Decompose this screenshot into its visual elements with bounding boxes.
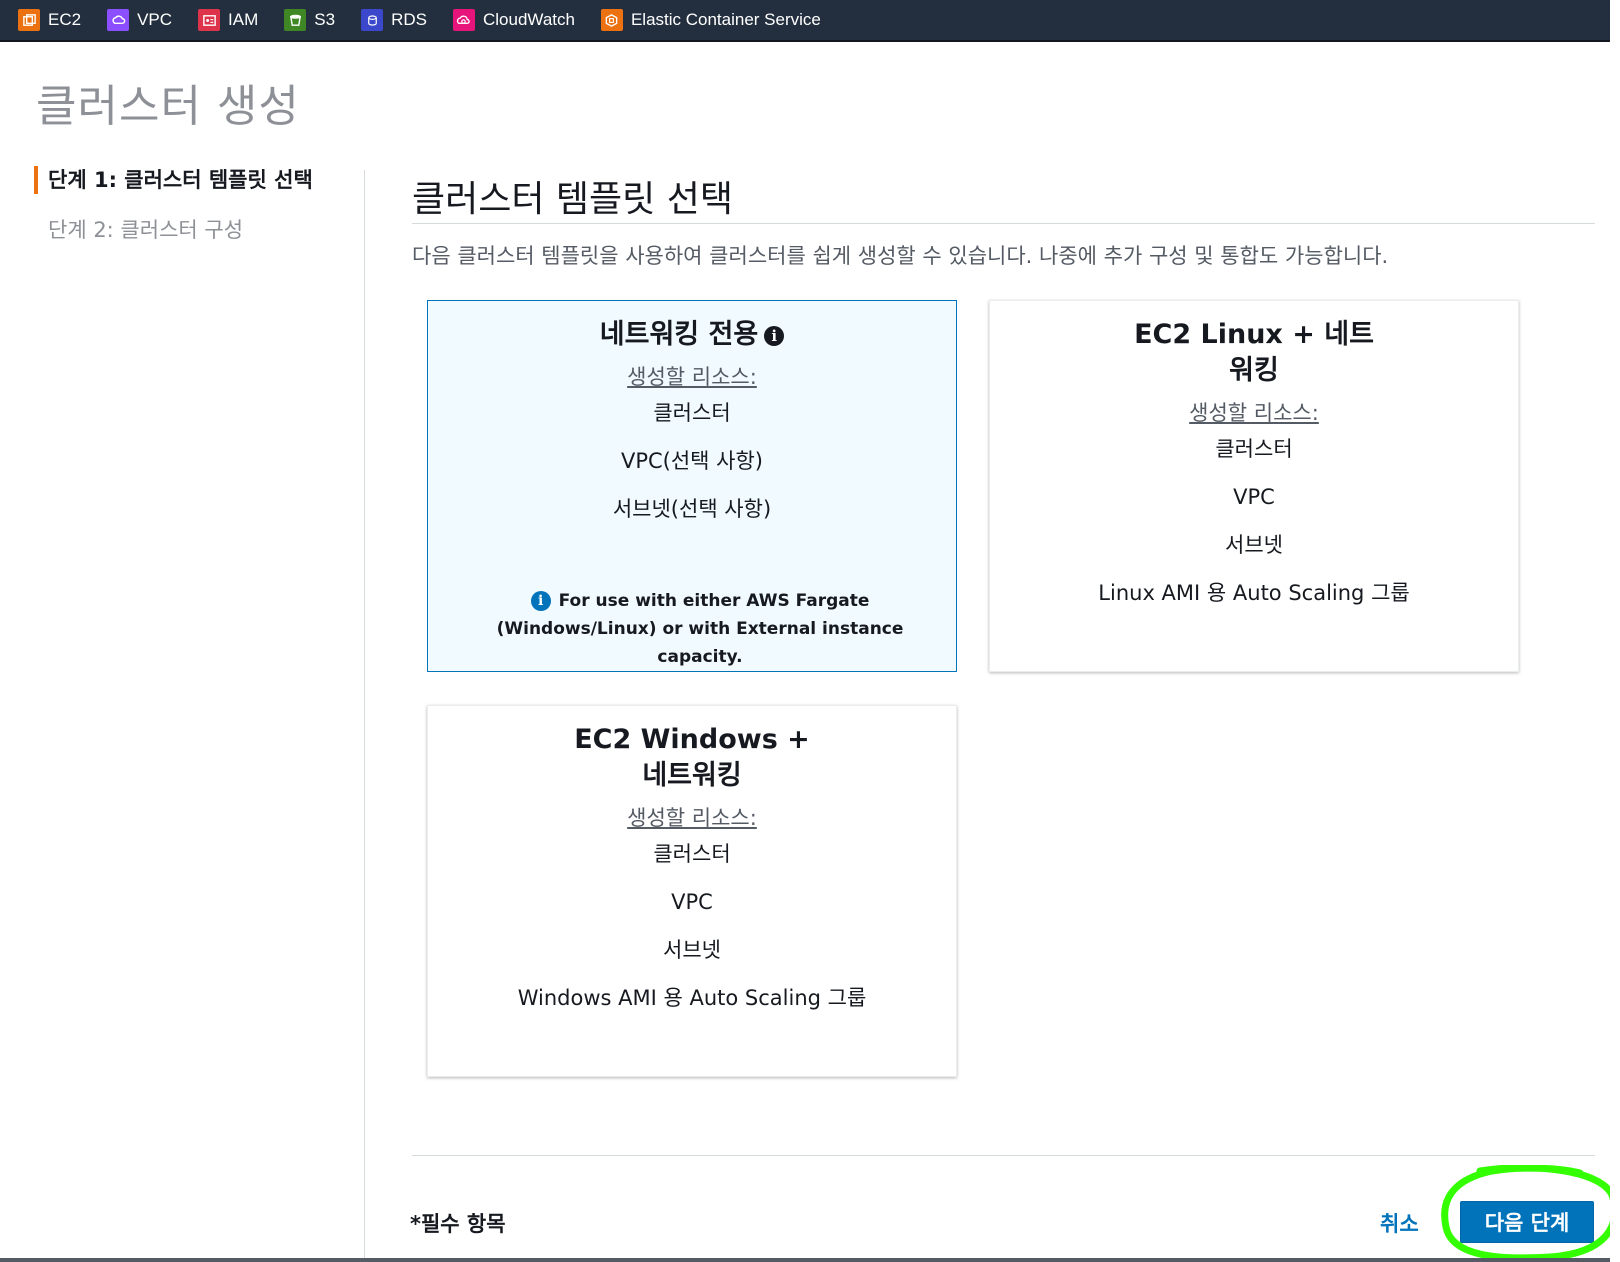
card-title: EC2 Windows + 네트워킹 — [428, 722, 956, 794]
favorite-cloudwatch-label: CloudWatch — [482, 10, 575, 29]
favorite-ecs-label: Elastic Container Service — [630, 10, 821, 29]
info-icon[interactable]: i — [764, 325, 785, 346]
section-divider — [412, 223, 1595, 224]
list-item: 서브넷 — [663, 938, 721, 962]
list-item: VPC(선택 사항) — [620, 449, 764, 473]
card-title-text: EC2 Windows + 네트워킹 — [574, 724, 810, 791]
ecs-icon — [600, 9, 623, 31]
favorite-s3-label: S3 — [314, 10, 336, 29]
step-1-select-template[interactable]: 단계 1: 클러스터 템플릿 선택 — [34, 166, 354, 194]
card-title: EC2 Linux + 네트워킹 — [990, 317, 1518, 389]
favorite-rds-label: RDS — [391, 10, 427, 29]
iam-icon — [198, 9, 221, 31]
resources-list: 클러스터 VPC(선택 사항) 서브넷(선택 사항) — [428, 399, 956, 523]
favorite-iam-label: IAM — [228, 10, 259, 29]
resources-list: 클러스터 VPC 서브넷 Linux AMI 용 Auto Scaling 그룹 — [990, 435, 1518, 607]
list-item: VPC — [671, 890, 713, 914]
info-circle-icon: i — [530, 591, 551, 611]
footer-divider — [412, 1155, 1595, 1156]
section-description: 다음 클러스터 템플릿을 사용하여 클러스터를 쉽게 생성할 수 있습니다. 나… — [412, 244, 1389, 268]
favorite-rds[interactable]: RDS — [361, 9, 427, 31]
list-item: Linux AMI 용 Auto Scaling 그룹 — [1098, 581, 1410, 605]
resources-heading: 생성할 리소스: — [627, 806, 757, 830]
page-title: 클러스터 생성 — [36, 81, 300, 132]
window-edge — [1610, 0, 1620, 1262]
list-item: Windows AMI 용 Auto Scaling 그룹 — [517, 986, 867, 1010]
list-item: 클러스터 — [653, 401, 731, 425]
cloudwatch-icon — [452, 9, 475, 31]
favorite-s3[interactable]: S3 — [284, 9, 335, 31]
section-title: 클러스터 템플릿 선택 — [412, 179, 733, 220]
next-step-button[interactable]: 다음 단계 — [1460, 1201, 1594, 1243]
wizard-steps: 단계 1: 클러스터 템플릿 선택 단계 2: 클러스터 구성 — [34, 166, 354, 266]
s3-icon — [284, 9, 307, 31]
favorite-ec2-label: EC2 — [48, 10, 82, 29]
ec2-icon — [18, 9, 40, 31]
resources-heading: 생성할 리소스: — [627, 365, 757, 389]
favorite-vpc-label: VPC — [137, 10, 173, 29]
window-bottom-edge — [0, 1258, 1610, 1262]
favorite-ec2[interactable]: EC2 — [18, 9, 81, 31]
rds-icon — [361, 9, 384, 31]
favorite-iam[interactable]: IAM — [198, 9, 258, 31]
list-item: VPC — [1233, 485, 1275, 509]
favorite-ecs[interactable]: Elastic Container Service — [600, 9, 821, 31]
favorite-cloudwatch[interactable]: CloudWatch — [452, 9, 575, 31]
required-fields-note: *필수 항목 — [410, 1212, 506, 1236]
list-item: 서브넷(선택 사항) — [612, 497, 772, 521]
list-item: 서브넷 — [1225, 533, 1283, 557]
card-title: 네트워킹 전용 i — [428, 317, 956, 353]
step-2-configure-cluster: 단계 2: 클러스터 구성 — [48, 218, 244, 242]
resources-list: 클러스터 VPC 서브넷 Windows AMI 용 Auto Scaling … — [428, 840, 956, 1012]
template-card-ec2-windows[interactable]: EC2 Windows + 네트워킹 생성할 리소스: 클러스터 VPC 서브넷… — [427, 705, 957, 1077]
favorites-bar: EC2 VPC IAM S3 RDS CloudWatch Elastic Co… — [0, 0, 1610, 42]
template-card-ec2-linux[interactable]: EC2 Linux + 네트워킹 생성할 리소스: 클러스터 VPC 서브넷 L… — [989, 300, 1519, 672]
card-note: i For use with either AWS Fargate (Window… — [464, 587, 936, 671]
resources-heading: 생성할 리소스: — [1189, 401, 1319, 425]
vpc-icon — [107, 9, 130, 31]
list-item: 클러스터 — [653, 842, 731, 866]
favorite-vpc[interactable]: VPC — [107, 9, 172, 31]
cancel-button[interactable]: 취소 — [1380, 1208, 1419, 1238]
list-item: 클러스터 — [1215, 437, 1293, 461]
card-note-text: For use with either AWS Fargate (Windows… — [496, 591, 904, 667]
card-title-text: 네트워킹 전용 — [599, 319, 759, 350]
template-card-networking-only[interactable]: 네트워킹 전용 i 생성할 리소스: 클러스터 VPC(선택 사항) 서브넷(선택… — [427, 300, 957, 672]
card-title-text: EC2 Linux + 네트워킹 — [1134, 319, 1374, 386]
nav-divider — [364, 170, 365, 1262]
